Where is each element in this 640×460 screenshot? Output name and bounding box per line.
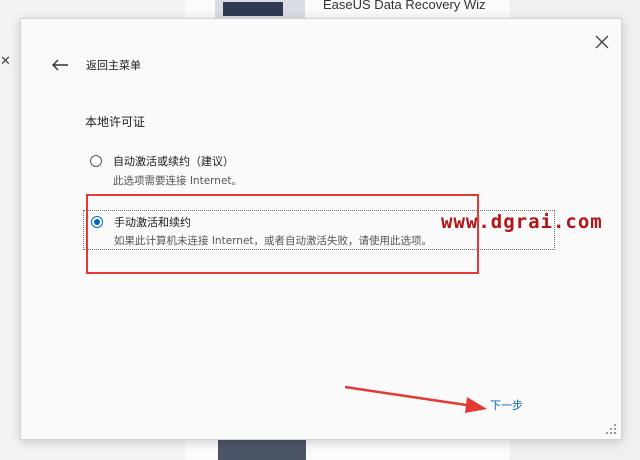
option-label: 自动激活或续约（建议）	[113, 155, 234, 168]
watermark: www.dgrai.com	[441, 211, 603, 233]
annotation-arrow	[344, 385, 487, 413]
resize-grip-icon[interactable]	[605, 423, 617, 435]
radio-button-unchecked[interactable]	[90, 155, 102, 167]
background-thumbnail-bottom	[218, 440, 306, 460]
option-description: 此选项需要连接 Internet。	[113, 175, 243, 187]
radio-button-checked[interactable]	[91, 216, 103, 228]
next-button[interactable]: 下一步	[490, 397, 523, 413]
option-label: 手动激活和续约	[114, 216, 191, 229]
background-app-title: EaseUS Data Recovery Wiz	[323, 0, 486, 12]
close-icon	[595, 35, 609, 49]
section-title: 本地许可证	[85, 115, 146, 129]
license-dialog: 返回主菜单 本地许可证 自动激活或续约（建议） 此选项需要连接 Internet…	[20, 18, 622, 440]
option-auto-activation[interactable]: 自动激活或续约（建议） 此选项需要连接 Internet。	[83, 151, 553, 191]
arrow-left-icon	[52, 59, 68, 71]
option-description: 如果此计算机未连接 Internet，或者自动激活失败，请使用此选项。	[114, 235, 433, 247]
background-close-glyph: ✕	[0, 54, 11, 69]
close-button[interactable]	[591, 31, 613, 53]
back-label[interactable]: 返回主菜单	[86, 57, 141, 73]
back-button[interactable]	[51, 57, 71, 73]
